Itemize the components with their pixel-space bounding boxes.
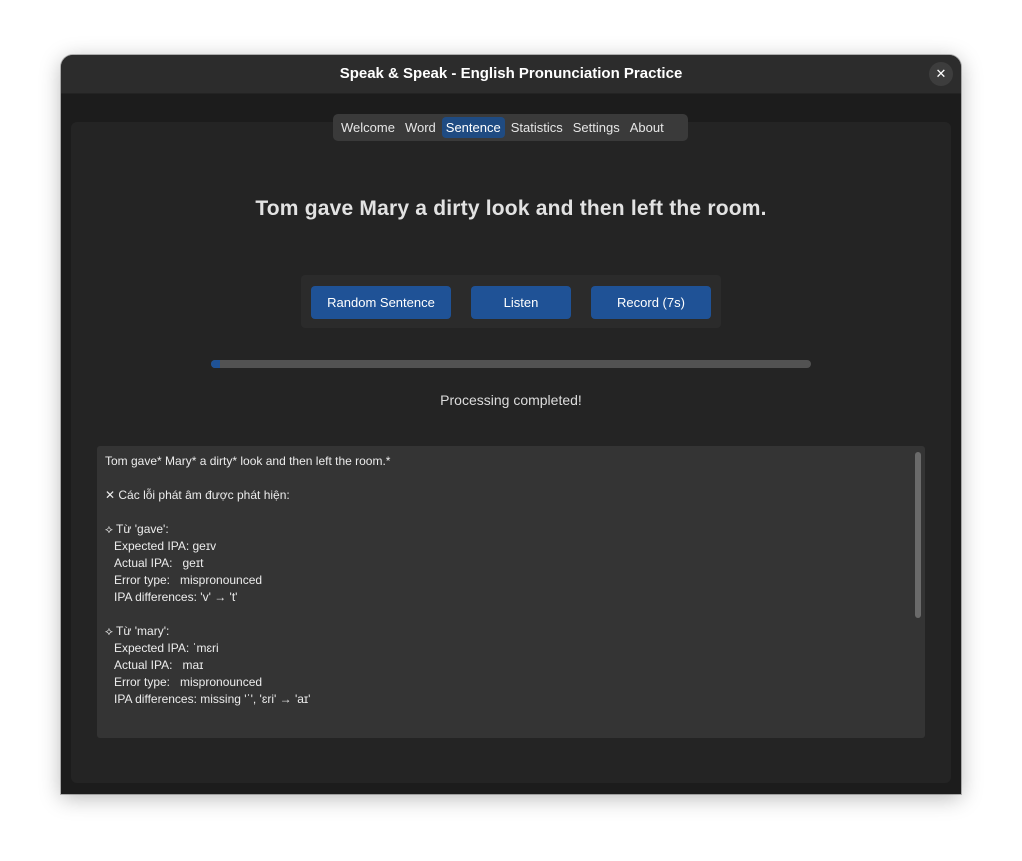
- title-bar[interactable]: Speak & Speak - English Pronunciation Pr…: [61, 55, 961, 94]
- close-icon: ✕: [935, 66, 947, 81]
- close-button[interactable]: ✕: [929, 62, 953, 86]
- actual-ipa: Actual IPA: maɪ: [114, 658, 204, 672]
- expected-ipa: Expected IPA: ˈmɛri: [114, 641, 219, 655]
- listen-button[interactable]: Listen: [471, 286, 571, 319]
- progress-bar: [211, 360, 811, 368]
- window-title: Speak & Speak - English Pronunciation Pr…: [339, 65, 683, 82]
- word-error-heading: ⟡ Từ 'mary':: [105, 624, 170, 638]
- progress-fill: [211, 360, 220, 368]
- record-button[interactable]: Record (7s): [591, 286, 711, 319]
- ipa-differences: IPA differences: 'v' → 't': [114, 590, 238, 604]
- result-textbox[interactable]: Tom gave* Mary* a dirty* look and then l…: [97, 446, 925, 738]
- app-window: Speak & Speak - English Pronunciation Pr…: [61, 55, 961, 794]
- tab-sentence[interactable]: Sentence: [441, 117, 505, 138]
- word-error-heading: ⟡ Từ 'gave':: [105, 522, 169, 536]
- practice-sentence: Tom gave Mary a dirty look and then left…: [255, 197, 767, 220]
- actual-ipa: Actual IPA: geɪt: [114, 556, 204, 570]
- result-scrollbar[interactable]: [915, 452, 921, 618]
- tab-word[interactable]: Word: [401, 117, 440, 138]
- status-message: Processing completed!: [440, 392, 582, 408]
- errors-title: ✕ Các lỗi phát âm được phát hiện:: [105, 488, 290, 502]
- expected-ipa: Expected IPA: geɪv: [114, 539, 217, 553]
- result-text: Tom gave* Mary* a dirty* look and then l…: [105, 453, 905, 708]
- random-sentence-button[interactable]: Random Sentence: [311, 286, 451, 319]
- action-button-panel: Random Sentence Listen Record (7s): [301, 275, 721, 328]
- tab-about[interactable]: About: [626, 117, 668, 138]
- tab-bar: Welcome Word Sentence Statistics Setting…: [333, 114, 688, 141]
- error-type: Error type: mispronounced: [114, 573, 263, 587]
- result-sentence-line: Tom gave* Mary* a dirty* look and then l…: [105, 454, 391, 468]
- tab-statistics[interactable]: Statistics: [507, 117, 567, 138]
- ipa-differences: IPA differences: missing 'ˈ', 'ɛri' → 'a…: [114, 692, 311, 706]
- tab-settings[interactable]: Settings: [569, 117, 624, 138]
- tab-welcome[interactable]: Welcome: [337, 117, 399, 138]
- error-type: Error type: mispronounced: [114, 675, 263, 689]
